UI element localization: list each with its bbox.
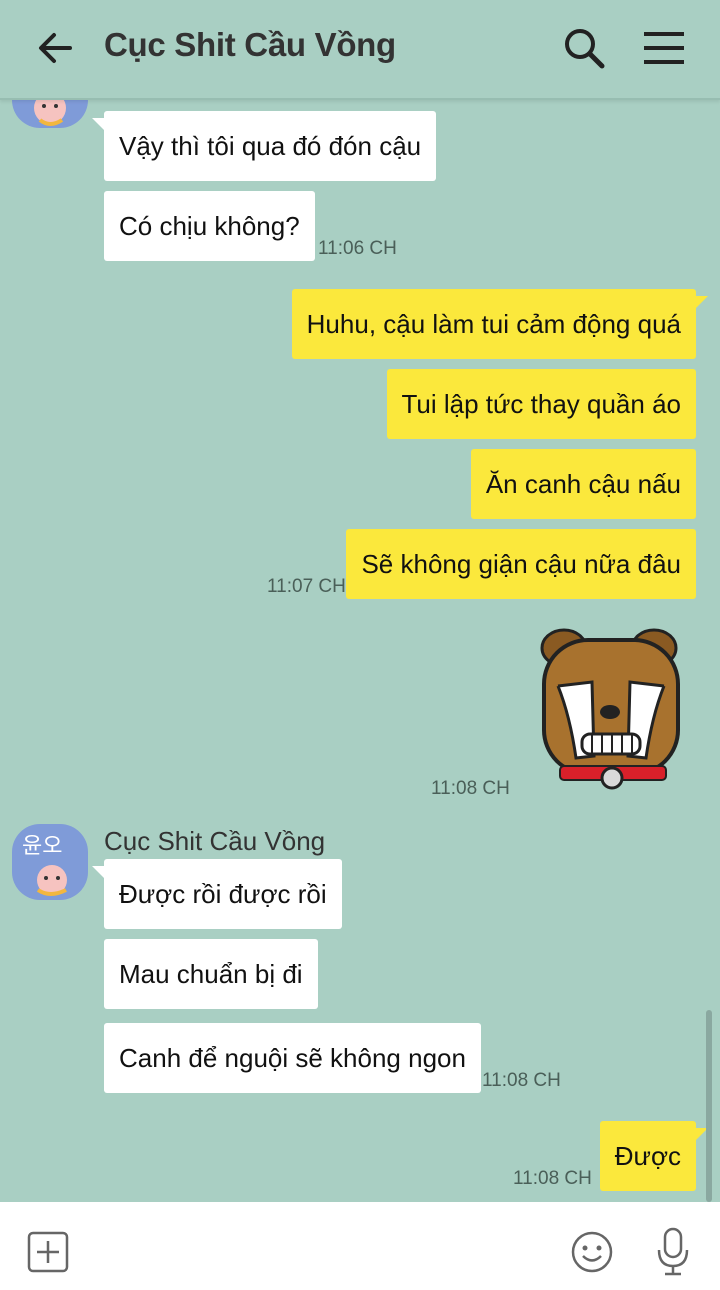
message-bubble-outgoing[interactable]: Huhu, cậu làm tui cảm động quá [291,289,696,359]
message-bubble-outgoing[interactable]: Sẽ không giận cậu nữa đâu [346,529,696,599]
message-bubble-outgoing[interactable]: Ăn canh cậu nấu [470,449,696,519]
voice-button[interactable] [654,1226,692,1278]
message-timestamp: 11:08 CH [513,1168,592,1189]
message-bubble-incoming[interactable]: Có chịu không? [104,191,315,261]
arrow-left-icon [39,33,72,63]
message-bubble-outgoing[interactable]: Được [599,1121,696,1191]
bubble-tail [694,296,708,310]
emoji-button[interactable] [570,1230,614,1274]
smiley-icon [571,1231,613,1273]
message-input-bar [0,1202,720,1290]
back-button[interactable] [34,26,78,70]
menu-button[interactable] [640,26,688,70]
chat-header: Cục Shit Cầu Vồng [0,0,720,100]
search-button[interactable] [560,24,608,72]
plus-box-icon [27,1231,69,1273]
crying-bear-sticker[interactable] [536,626,686,792]
sender-name: Cục Shit Cầu Vồng [104,826,326,856]
attach-button[interactable] [26,1230,70,1274]
contact-avatar[interactable]: 윤오 [12,824,88,900]
microphone-icon [657,1227,689,1276]
message-bubble-incoming[interactable]: Mau chuẩn bị đi [104,939,318,1009]
chat-title: Cục Shit Cầu Vồng [104,26,396,63]
message-timestamp: 11:06 CH [318,238,397,259]
message-bubble-incoming[interactable]: Canh để nguội sẽ không ngon [104,1023,481,1093]
message-timestamp: 11:08 CH [431,778,510,799]
message-bubble-outgoing[interactable]: Tui lập tức thay quần áo [386,369,696,439]
search-icon [565,29,605,69]
message-bubble-incoming[interactable]: Vậy thì tôi qua đó đón cậu [104,111,437,181]
scrollbar[interactable] [706,1010,712,1202]
message-timestamp: 11:08 CH [482,1070,561,1091]
avatar-label: 윤오 [22,834,63,859]
message-bubble-incoming[interactable]: Được rồi được rồi [104,859,342,929]
crying-bear-icon [540,628,680,790]
hamburger-menu-icon [644,32,684,64]
message-timestamp: 11:07 CH [267,576,346,597]
